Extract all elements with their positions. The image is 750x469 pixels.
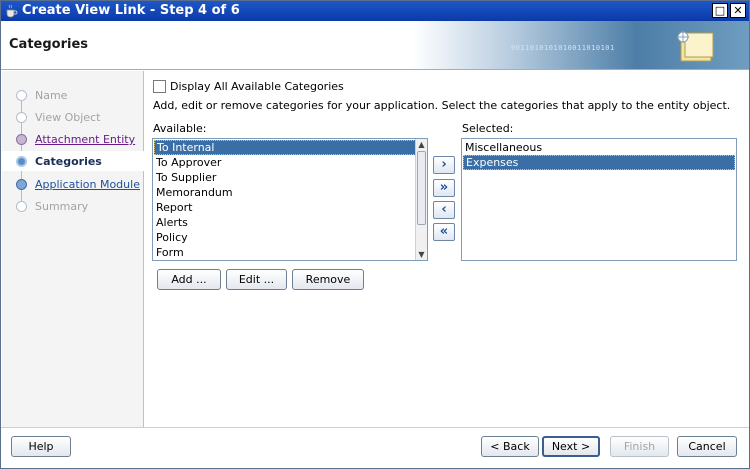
double-chevron-left-icon: « xyxy=(439,224,449,239)
list-item[interactable]: To Approver xyxy=(154,155,416,170)
step-indicator-icon xyxy=(16,179,27,190)
scroll-down-icon[interactable]: ▼ xyxy=(416,249,427,260)
selected-label: Selected: xyxy=(462,122,514,135)
display-all-categories-checkbox[interactable] xyxy=(153,80,166,93)
step-indicator-icon xyxy=(16,112,27,123)
train-step-label[interactable]: Attachment Entity xyxy=(35,133,135,146)
step-indicator-icon xyxy=(16,134,27,145)
remove-all-button[interactable]: « xyxy=(433,223,455,241)
wizard-header: Categories 0011010101010011010101 xyxy=(1,21,749,70)
wizard-train: Name View Object Attachment Entity Categ… xyxy=(2,71,144,427)
list-item[interactable]: To Supplier xyxy=(154,170,416,185)
finish-button[interactable]: Finish xyxy=(610,436,669,457)
train-step-summary: Summary xyxy=(2,196,144,216)
edit-category-button[interactable]: Edit ... xyxy=(226,269,287,290)
train-step-name: Name xyxy=(2,85,144,105)
train-step-categories: Categories xyxy=(2,151,144,171)
list-item[interactable]: Expenses xyxy=(463,155,735,170)
list-item[interactable]: To Internal xyxy=(154,140,416,155)
header-binary-decoration: 0011010101010011010101 xyxy=(511,44,615,52)
footer-divider xyxy=(1,427,749,428)
train-step-label: Categories xyxy=(35,155,102,168)
list-item[interactable]: Alerts xyxy=(154,215,416,230)
back-button[interactable]: < Back xyxy=(481,436,539,457)
move-selected-button[interactable]: › xyxy=(433,156,455,174)
instructions-text: Add, edit or remove categories for your … xyxy=(153,99,731,112)
train-step-label: Summary xyxy=(35,200,89,213)
step-indicator-icon xyxy=(16,201,27,212)
move-all-button[interactable]: » xyxy=(433,179,455,197)
train-step-label: View Object xyxy=(35,111,101,124)
cancel-button[interactable]: Cancel xyxy=(677,436,737,457)
step-indicator-icon xyxy=(16,90,27,101)
list-item[interactable]: Policy xyxy=(154,230,416,245)
train-step-attachment-entity[interactable]: Attachment Entity xyxy=(2,129,144,149)
train-step-label[interactable]: Application Module xyxy=(35,178,140,191)
double-chevron-right-icon: » xyxy=(439,180,449,195)
remove-category-button[interactable]: Remove xyxy=(292,269,364,290)
list-item[interactable]: Miscellaneous xyxy=(463,140,735,155)
train-step-application-module[interactable]: Application Module xyxy=(2,174,144,194)
folder-wizard-icon xyxy=(677,31,714,62)
window-title: Create View Link - Step 4 of 6 xyxy=(22,3,240,18)
train-step-label: Name xyxy=(35,89,68,102)
chevron-right-icon: › xyxy=(441,157,447,172)
chevron-left-icon: ‹ xyxy=(441,202,447,217)
list-item[interactable]: Memorandum xyxy=(154,185,416,200)
wizard-window: Create View Link - Step 4 of 6 □ ✕ Categ… xyxy=(0,0,750,469)
available-label: Available: xyxy=(153,122,207,135)
available-list[interactable]: To Internal To Approver To Supplier Memo… xyxy=(152,138,428,261)
list-item[interactable]: Form xyxy=(154,245,416,260)
selected-list[interactable]: Miscellaneous Expenses xyxy=(461,138,737,261)
maximize-button[interactable]: □ xyxy=(712,3,728,18)
display-all-categories-label[interactable]: Display All Available Categories xyxy=(170,80,344,93)
add-category-button[interactable]: Add ... xyxy=(157,269,221,290)
page-title: Categories xyxy=(9,37,89,52)
coffee-cup-icon xyxy=(6,4,18,18)
help-button[interactable]: Help xyxy=(11,436,71,457)
step-indicator-icon xyxy=(16,156,27,167)
available-list-scrollbar[interactable]: ▲ ▼ xyxy=(415,139,427,260)
next-button[interactable]: Next > xyxy=(542,436,600,457)
remove-selected-button[interactable]: ‹ xyxy=(433,201,455,219)
scrollbar-thumb[interactable] xyxy=(417,151,426,225)
list-item[interactable]: Report xyxy=(154,200,416,215)
close-button[interactable]: ✕ xyxy=(730,3,746,18)
scroll-up-icon[interactable]: ▲ xyxy=(416,139,427,150)
train-step-view-object: View Object xyxy=(2,107,144,127)
title-bar: Create View Link - Step 4 of 6 □ ✕ xyxy=(1,1,749,21)
